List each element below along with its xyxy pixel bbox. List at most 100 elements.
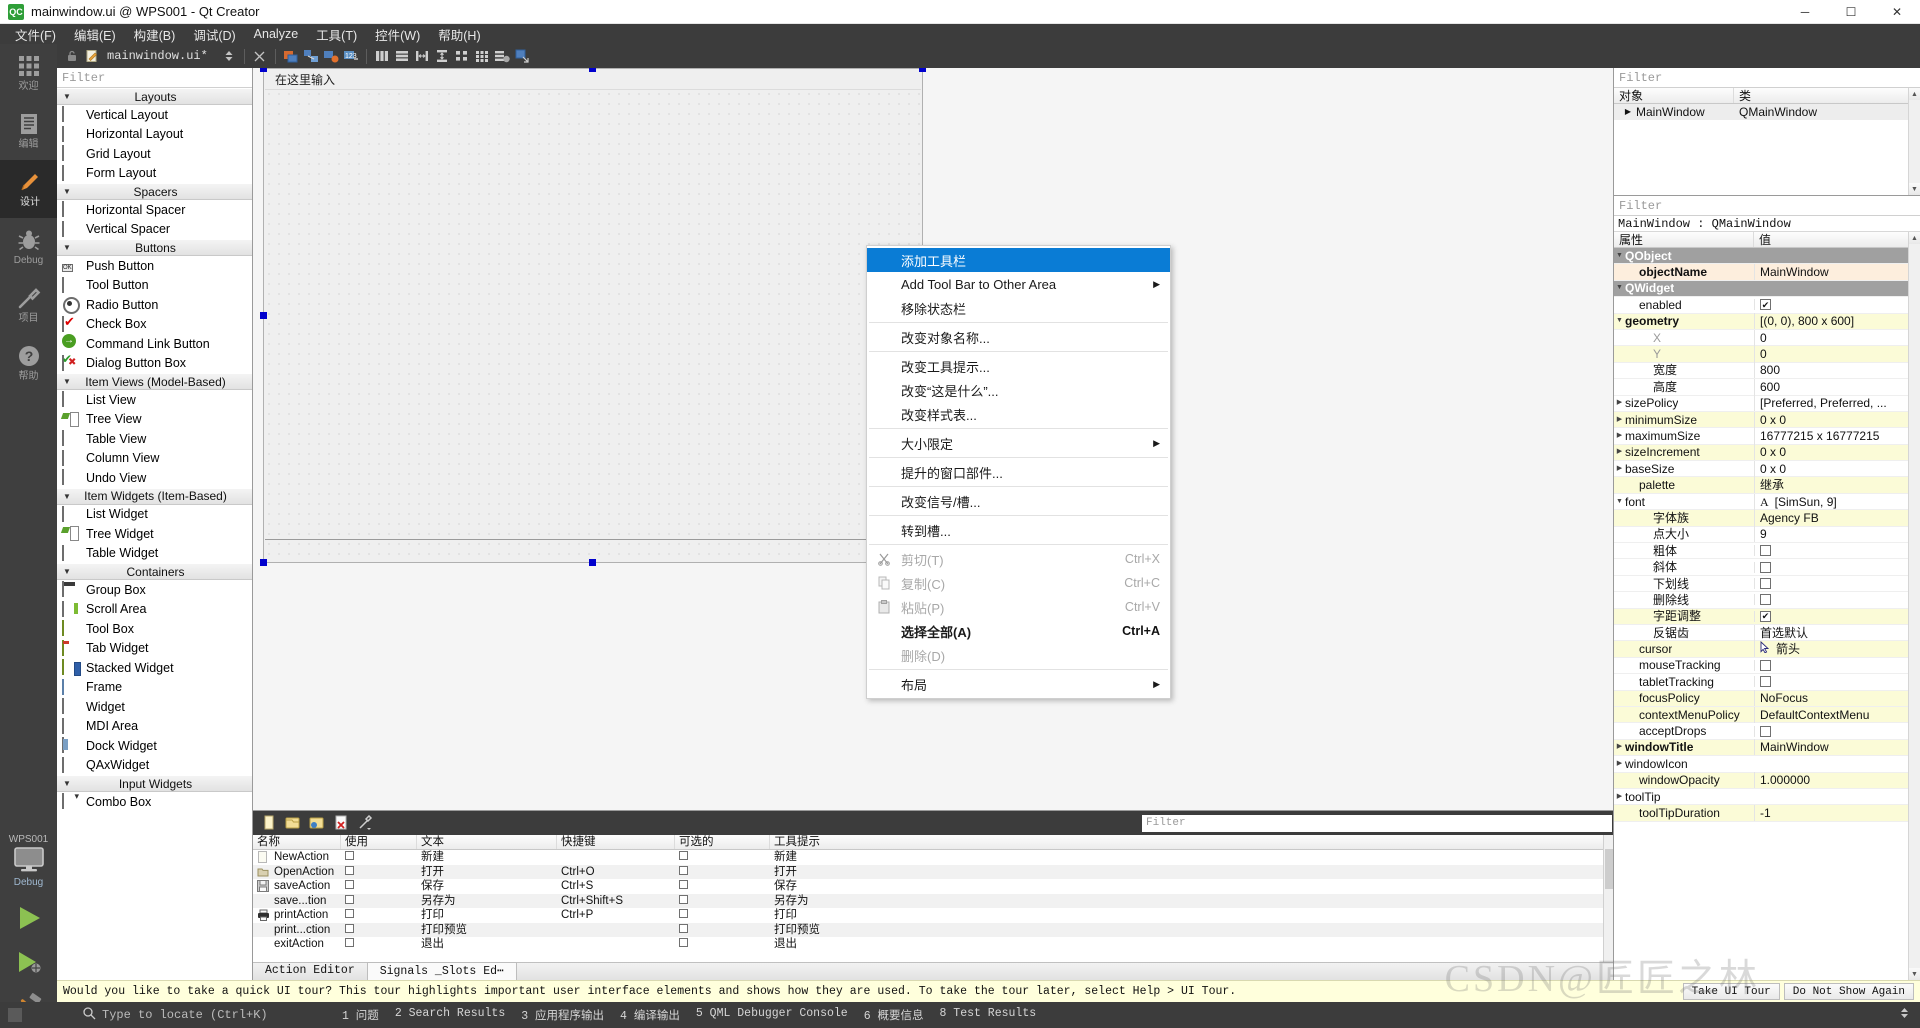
property-value-cell[interactable]: 0 x 0 — [1754, 460, 1920, 477]
widget-category-item-views-model-based-[interactable]: ▼ Item Views (Model-Based) — [57, 373, 252, 390]
property-value-cell[interactable]: 16777215 x 16777215 — [1754, 428, 1920, 444]
property-value-cell[interactable]: -1 — [1754, 804, 1920, 821]
action-used-checkbox[interactable] — [341, 908, 417, 923]
property-row-X[interactable]: X0 — [1614, 329, 1920, 347]
property-value-cell[interactable]: 0 x 0 — [1754, 411, 1920, 428]
widget-item-qaxwidget[interactable]: QAxWidget — [57, 756, 252, 776]
action-column-header-2[interactable]: 文本 — [417, 835, 557, 849]
property-row-maximumSize[interactable]: ▶ maximumSize 16777215 x 16777215 — [1614, 428, 1920, 445]
action-column-header-4[interactable]: 可选的 — [675, 835, 770, 849]
property-editor-table[interactable]: 属性 值 ▼ QObject objectName MainWindow ▼ QWidge… — [1614, 232, 1920, 980]
layout-splitter-h-icon[interactable] — [413, 47, 431, 65]
action-checkable-checkbox[interactable] — [675, 937, 770, 952]
edit-tab-order-icon[interactable]: 123 — [342, 47, 360, 65]
property-value-cell[interactable]: 箭头 — [1754, 641, 1920, 658]
property-value-cell[interactable]: 9 — [1754, 526, 1920, 543]
widget-item-tool-button[interactable]: Tool Button — [57, 276, 252, 296]
action-used-checkbox[interactable] — [341, 937, 417, 952]
take-ui-tour-button[interactable]: Take UI Tour — [1682, 983, 1780, 1000]
property-value-cell[interactable] — [1754, 561, 1920, 573]
property-row-QWidget[interactable]: ▼ QWidget — [1614, 280, 1920, 298]
widget-item-tree-view[interactable]: Tree View — [57, 410, 252, 430]
property-row-反锯齿[interactable]: 反锯齿 首选默认 — [1614, 624, 1920, 642]
property-checkbox[interactable] — [1760, 578, 1771, 589]
output-pane-button-QML Debugger Console[interactable]: 5 QML Debugger Console — [696, 1007, 848, 1023]
chevron-down-icon[interactable]: ▼ — [1614, 494, 1625, 510]
widget-box-filter-input[interactable]: Filter — [57, 68, 252, 88]
widget-box-list[interactable]: ▼ Layouts Vertical Layout Horizontal Layout… — [57, 88, 252, 980]
object-inspector[interactable]: 对象 类 ▶ MainWindow QMainWindow ▲ ▼ — [1614, 88, 1920, 196]
widget-item-widget[interactable]: Widget — [57, 697, 252, 717]
form-menu-bar[interactable]: 在这里输入 — [265, 70, 921, 90]
context-menu-item-1[interactable]: Add Tool Bar to Other Area ▶ — [867, 272, 1170, 296]
action-table-scrollbar[interactable] — [1603, 835, 1613, 962]
property-value-cell[interactable]: [(0, 0), 800 x 600] — [1754, 313, 1920, 330]
property-value-cell[interactable]: NoFocus — [1754, 690, 1920, 707]
property-value-cell[interactable] — [1754, 545, 1920, 557]
property-row-粗体[interactable]: 粗体 — [1614, 543, 1920, 560]
chevron-right-icon[interactable]: ▶ — [1614, 789, 1625, 805]
widget-category-layouts[interactable]: ▼ Layouts — [57, 88, 252, 105]
action-table-row[interactable]: printAction 打印 Ctrl+P 打印 — [253, 908, 1613, 923]
widget-category-input-widgets[interactable]: ▼ Input Widgets — [57, 775, 252, 792]
property-row-QObject[interactable]: ▼ QObject — [1614, 248, 1920, 265]
property-row-sizePolicy[interactable]: ▶ sizePolicy [Preferred, Preferred, ... — [1614, 395, 1920, 412]
chevron-right-icon[interactable]: ▶ — [1614, 444, 1625, 460]
context-menu-item-0[interactable]: 添加工具栏 — [867, 248, 1170, 272]
widget-category-buttons[interactable]: ▼ Buttons — [57, 239, 252, 256]
action-table-row[interactable]: NewAction 新建 新建 — [253, 850, 1613, 865]
action-table-row[interactable]: saveAction 保存 Ctrl+S 保存 — [253, 879, 1613, 894]
action-used-checkbox[interactable] — [341, 850, 417, 865]
widget-item-push-button[interactable]: OK Push Button — [57, 256, 252, 276]
context-menu-item-21[interactable]: 选择全部(A) Ctrl+A — [867, 619, 1170, 643]
widget-item-mdi-area[interactable]: MDI Area — [57, 717, 252, 737]
resize-handle-left[interactable] — [260, 312, 267, 319]
context-menu-item-14[interactable]: 改变信号/槽... — [867, 489, 1170, 513]
widget-item-dock-widget[interactable]: Dock Widget — [57, 736, 252, 756]
maximize-button[interactable]: ☐ — [1828, 0, 1874, 24]
property-row-palette[interactable]: palette 继承 — [1614, 477, 1920, 494]
widget-item-form-layout[interactable]: Form Layout — [57, 164, 252, 184]
action-used-checkbox[interactable] — [341, 894, 417, 909]
chevron-right-icon[interactable]: ▶ — [1614, 395, 1625, 411]
dock-tab-1[interactable]: Signals _Slots Ed⋯ — [366, 962, 517, 980]
edit-action-icon[interactable] — [309, 815, 325, 831]
property-row-cursor[interactable]: cursor 箭头 — [1614, 641, 1920, 658]
property-value-cell[interactable]: 继承 — [1754, 477, 1920, 494]
widget-item-group-box[interactable]: Group Box — [57, 580, 252, 600]
widget-item-scroll-area[interactable]: Scroll Area — [57, 600, 252, 620]
property-checkbox[interactable] — [1760, 725, 1771, 737]
action-checkable-checkbox[interactable] — [675, 879, 770, 894]
context-menu-item-2[interactable]: 移除状态栏 — [867, 296, 1170, 320]
property-row-sizeIncrement[interactable]: ▶ sizeIncrement 0 x 0 — [1614, 444, 1920, 462]
chevron-right-icon[interactable]: ▶ — [1614, 461, 1625, 477]
widget-item-list-widget[interactable]: List Widget — [57, 505, 252, 525]
property-table-scrollbar[interactable]: ▲ ▼ — [1908, 232, 1920, 980]
widget-item-combo-box[interactable]: Combo Box — [57, 792, 252, 812]
locator[interactable]: Type to locate (Ctrl+K) — [82, 1006, 332, 1024]
property-row-toolTip[interactable]: ▶ toolTip — [1614, 788, 1920, 806]
widget-item-frame[interactable]: Frame — [57, 678, 252, 698]
widget-item-stacked-widget[interactable]: Stacked Widget — [57, 658, 252, 678]
property-scroll-down-icon[interactable]: ▼ — [1909, 968, 1920, 980]
menu-item-3[interactable]: 调试(D) — [184, 23, 244, 46]
property-checkbox[interactable] — [1760, 676, 1771, 688]
property-value-cell[interactable]: 1.000000 — [1754, 772, 1920, 789]
action-table-row[interactable]: save...tion 另存为 Ctrl+Shift+S 另存为 — [253, 893, 1613, 909]
mode-欢迎[interactable]: 欢迎 — [0, 44, 57, 102]
widget-item-vertical-layout[interactable]: Vertical Layout — [57, 105, 252, 125]
context-menu-item-7[interactable]: 改变“这是什么”... — [867, 378, 1170, 402]
property-value-cell[interactable]: 0 — [1754, 329, 1920, 346]
widget-item-vertical-spacer[interactable]: Vertical Spacer — [57, 220, 252, 240]
output-pane-button-编译输出[interactable]: 4 编译输出 — [620, 1007, 680, 1023]
property-value-cell[interactable]: 首选默认 — [1754, 624, 1920, 641]
property-value-cell[interactable]: 800 — [1754, 362, 1920, 379]
context-menu-item-12[interactable]: 提升的窗口部件... — [867, 460, 1170, 484]
menu-item-2[interactable]: 构建(B) — [125, 23, 185, 46]
mode-帮助[interactable]: ? 帮助 — [0, 334, 57, 392]
context-menu-item-4[interactable]: 改变对象名称... — [867, 325, 1170, 349]
widget-item-command-link-button[interactable]: Command Link Button — [57, 334, 252, 354]
expand-arrow-icon[interactable]: ▶ — [1614, 104, 1636, 120]
property-row-tabletTracking[interactable]: tabletTracking — [1614, 674, 1920, 691]
action-table-row[interactable]: print...ction 打印预览 打印预览 — [253, 922, 1613, 937]
